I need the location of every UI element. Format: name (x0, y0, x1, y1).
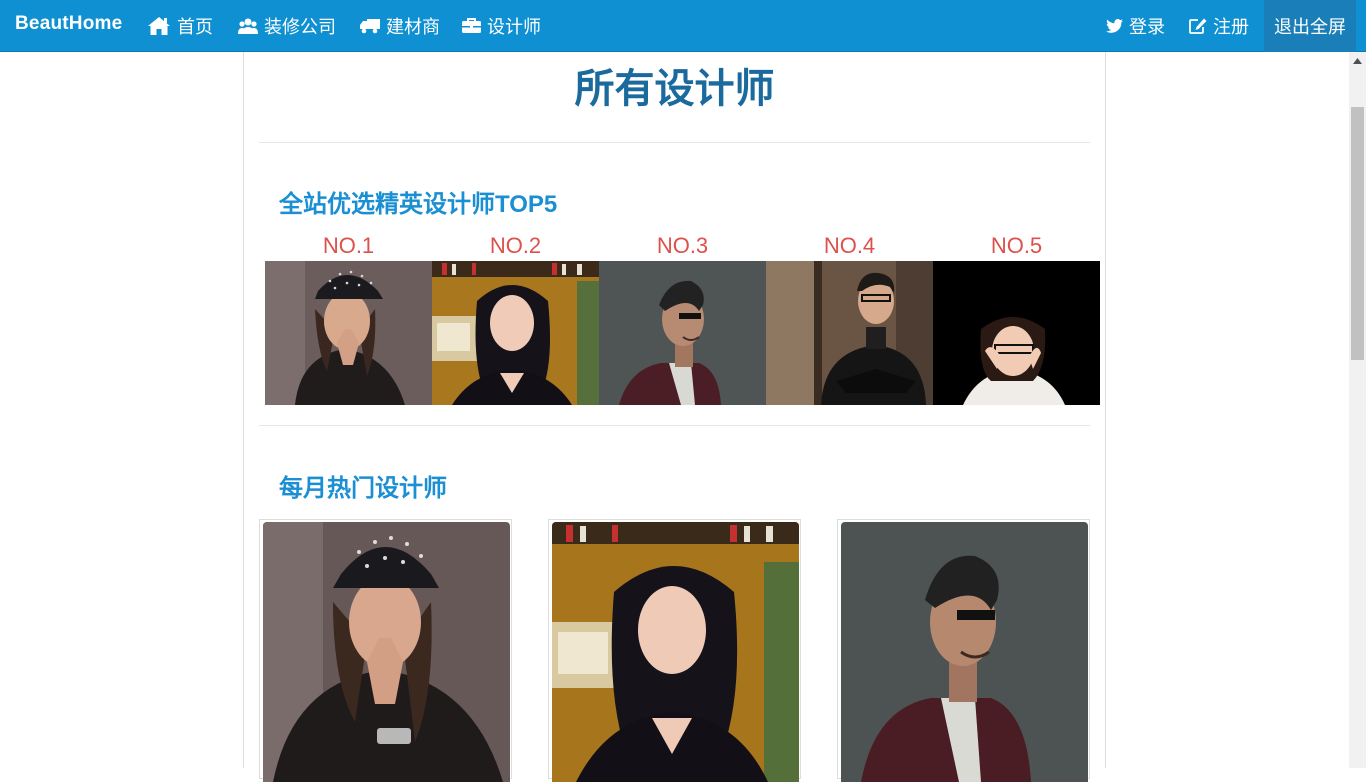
monthly-designer-photo-1[interactable] (263, 522, 510, 782)
title-divider (259, 142, 1090, 143)
register-label: 注册 (1213, 17, 1249, 37)
twitter-icon (1106, 19, 1123, 33)
nav-item-materials-supplier-label: 建材商 (386, 17, 440, 37)
nav-item-home-label: 首页 (177, 17, 213, 37)
nav-item-materials-supplier[interactable]: 建材商 (360, 0, 440, 52)
nav-item-decoration-company-label: 装修公司 (264, 17, 336, 37)
top5-heading: 全站优选精英设计师TOP5 (279, 191, 558, 218)
top5-designer-photo-4[interactable] (766, 261, 933, 405)
top5-designer-photo-2[interactable] (432, 261, 599, 405)
brand-logo[interactable]: BeautHome (15, 13, 122, 35)
monthly-heading: 每月热门设计师 (279, 475, 447, 502)
monthly-designer-card-3[interactable] (837, 519, 1090, 782)
exit-fullscreen-label: 退出全屏 (1274, 17, 1346, 37)
rank-label-4: NO.4 (823, 233, 876, 258)
login-label: 登录 (1129, 17, 1165, 37)
monthly-designer-card-1[interactable] (259, 519, 512, 782)
register-link[interactable]: 注册 (1189, 0, 1249, 52)
edit-icon (1189, 18, 1207, 34)
top5-designer-photo-1[interactable] (265, 261, 432, 405)
page-title: 所有设计师 (574, 67, 775, 111)
home-icon (147, 16, 171, 36)
scrollbar-thumb[interactable] (1351, 107, 1364, 360)
top5-divider (259, 425, 1090, 426)
nav-item-decoration-company[interactable]: 装修公司 (238, 0, 336, 52)
rank-label-3: NO.3 (656, 233, 709, 258)
monthly-designer-photo-2[interactable] (552, 522, 799, 782)
exit-fullscreen-button[interactable]: 退出全屏 (1264, 0, 1356, 52)
nav-item-designer-label: 设计师 (487, 17, 541, 37)
main-content: 所有设计师 全站优选精英设计师TOP5 NO.1 NO.2 NO.3 NO.4 … (243, 52, 1106, 782)
vertical-scrollbar[interactable] (1349, 52, 1366, 768)
rank-label-1: NO.1 (322, 233, 375, 258)
monthly-designer-photo-3[interactable] (841, 522, 1088, 782)
nav-item-designer[interactable]: 设计师 (462, 0, 541, 52)
truck-icon (360, 18, 380, 34)
top5-designer-photo-3[interactable] (599, 261, 766, 405)
login-link[interactable]: 登录 (1106, 0, 1165, 52)
rank-label-2: NO.2 (489, 233, 542, 258)
rank-label-5: NO.5 (990, 233, 1043, 258)
briefcase-icon (462, 18, 481, 34)
scroll-up-arrow-icon[interactable] (1349, 52, 1366, 69)
top5-designer-photo-5[interactable] (933, 261, 1100, 405)
top-navbar: BeautHome 首页 装修公司 建材商 设计师 登录 注册 退出全屏 (0, 0, 1366, 52)
users-icon (238, 17, 258, 35)
monthly-designer-card-2[interactable] (548, 519, 801, 782)
nav-item-home[interactable]: 首页 (147, 0, 213, 52)
